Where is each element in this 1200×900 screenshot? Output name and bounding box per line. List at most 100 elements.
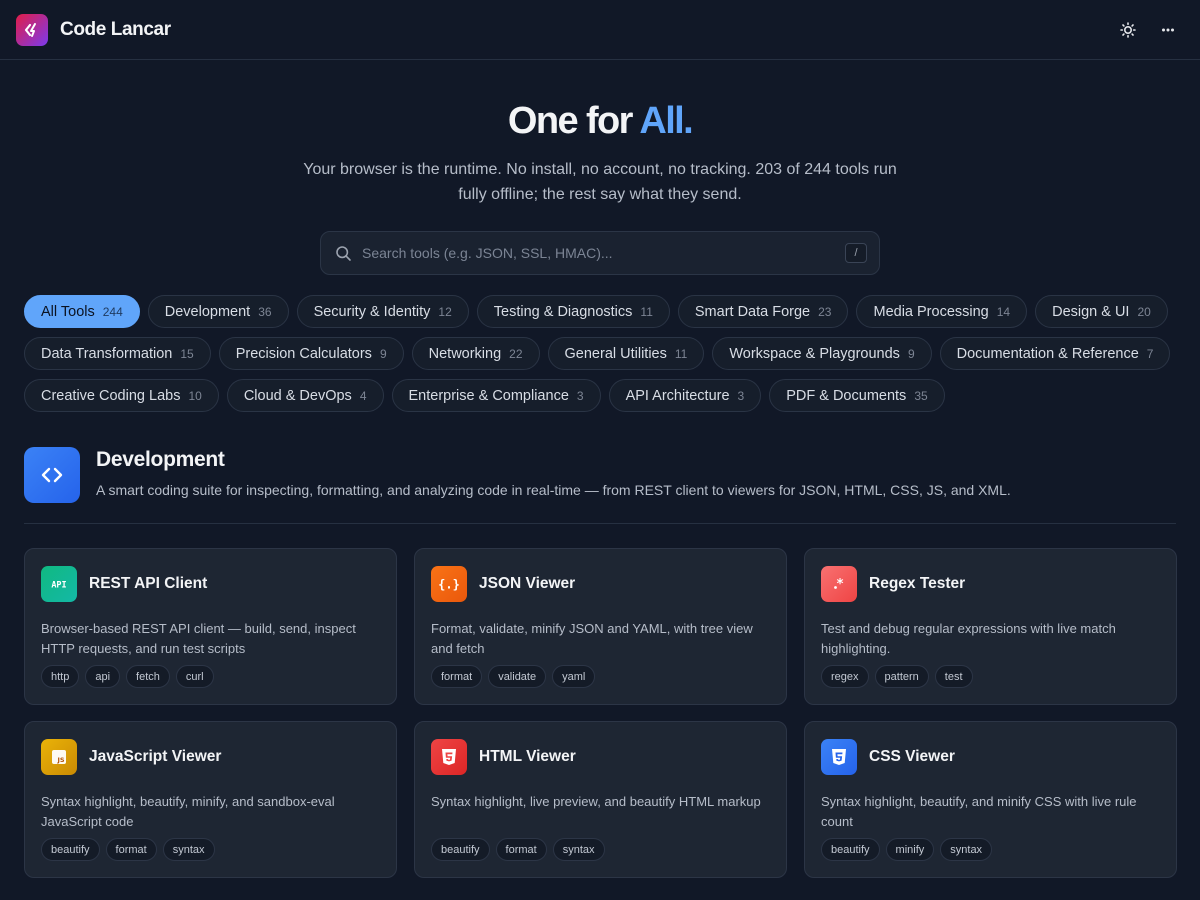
category-chip[interactable]: Testing & Diagnostics 11: [476, 295, 670, 328]
tool-tag[interactable]: test: [934, 665, 973, 688]
category-chip-label: Creative Coding Labs: [41, 387, 181, 404]
category-chip-label: PDF & Documents: [786, 387, 907, 404]
category-chip-label: Precision Calculators: [235, 345, 372, 362]
category-chip[interactable]: General Utilities 11: [547, 337, 705, 370]
tool-tag[interactable]: beautify: [431, 838, 490, 861]
tool-tag[interactable]: beautify: [821, 838, 880, 861]
top-bar: Code Lancar: [0, 0, 1200, 60]
category-chip-count: 14: [996, 304, 1011, 319]
category-chip[interactable]: Design & UI 20: [1035, 295, 1168, 328]
app-name: Code Lancar: [60, 18, 171, 40]
category-chip[interactable]: Documentation & Reference 7: [939, 337, 1171, 370]
category-chip[interactable]: Smart Data Forge 23: [677, 295, 849, 328]
category-chip-label: Data Transformation: [41, 345, 173, 362]
tool-tag[interactable]: beautify: [41, 838, 100, 861]
tool-card[interactable]: API REST API Client Browser-based REST API…: [24, 548, 397, 705]
category-chip-count: 15: [180, 346, 194, 361]
category-chip-count: 11: [640, 304, 653, 319]
tool-card[interactable]: CSS Viewer Syntax highlight, beautify, an…: [804, 721, 1177, 878]
hero-title-main: One for: [507, 100, 634, 142]
category-chip-label: Media Processing: [873, 303, 989, 320]
search-input[interactable]: [362, 245, 845, 261]
category-chip-count: 22: [509, 346, 523, 361]
tool-tag[interactable]: syntax: [552, 838, 605, 861]
category-chip-label: API Architecture: [625, 387, 730, 404]
svg-text:JS: JS: [56, 756, 64, 764]
tool-card-description: Format, validate, minify JSON and YAML, …: [431, 621, 753, 656]
tool-tag[interactable]: pattern: [874, 665, 929, 688]
svg-text:API: API: [51, 581, 66, 591]
category-chip-label: Enterprise & Compliance: [408, 387, 569, 404]
braces-icon: {.}: [431, 566, 467, 602]
tool-card-grid: API REST API Client Browser-based REST API…: [24, 548, 1177, 878]
category-chip[interactable]: Development 36: [147, 295, 289, 328]
tool-tag[interactable]: validate: [488, 665, 547, 688]
tool-card-description: Syntax highlight, beautify, and minify C…: [821, 794, 1137, 829]
category-chip[interactable]: Precision Calculators 9: [218, 337, 404, 370]
tool-card[interactable]: HTML Viewer Syntax highlight, live previe…: [414, 721, 787, 878]
search-bar: /: [320, 231, 880, 275]
category-chip[interactable]: Cloud & DevOps 4: [226, 379, 384, 412]
category-chip[interactable]: API Architecture 3: [608, 379, 762, 412]
app-logo[interactable]: [16, 13, 48, 46]
category-chip-count: 12: [438, 304, 452, 319]
tool-card-title: Regex Tester: [869, 575, 966, 592]
category-chip[interactable]: Data Transformation 15: [24, 337, 211, 370]
category-chip-label: General Utilities: [564, 345, 667, 362]
tool-tag[interactable]: regex: [821, 665, 869, 688]
tool-card-description: Syntax highlight, beautify, minify, and …: [41, 794, 335, 829]
tool-card-description: Test and debug regular expressions with …: [821, 621, 1116, 656]
tool-tag[interactable]: curl: [175, 665, 214, 688]
tool-tag[interactable]: syntax: [940, 838, 993, 861]
tool-card-header: CSS Viewer: [821, 739, 1160, 775]
api-icon: API: [41, 566, 77, 602]
category-chip-count: 23: [818, 304, 832, 319]
svg-text:{.}: {.}: [439, 578, 459, 592]
category-chip[interactable]: Networking 22: [411, 337, 540, 370]
tool-tag[interactable]: syntax: [162, 838, 215, 861]
section-description: A smart coding suite for inspecting, for…: [96, 482, 1011, 498]
section-title: Development: [96, 448, 225, 471]
sun-icon: [1120, 21, 1136, 38]
tool-card-tags: beautify format syntax: [41, 838, 215, 861]
category-chip-label: Networking: [428, 345, 502, 362]
tool-tag[interactable]: format: [495, 838, 547, 861]
category-chip-label: Security & Identity: [313, 303, 431, 320]
tool-tag[interactable]: yaml: [552, 665, 596, 688]
tool-tag[interactable]: fetch: [126, 665, 170, 688]
tool-card-tags: http api fetch curl: [41, 665, 214, 688]
category-chip-label: All Tools: [41, 303, 95, 320]
more-menu-button[interactable]: [1152, 14, 1184, 46]
category-chip[interactable]: Media Processing 14: [856, 295, 1028, 328]
category-chip-label: Testing & Diagnostics: [493, 303, 633, 320]
tool-card[interactable]: {.} JSON Viewer Format, validate, minify J…: [414, 548, 787, 705]
tool-tag[interactable]: http: [41, 665, 80, 688]
category-chip-label: Smart Data Forge: [694, 303, 811, 320]
tool-tag[interactable]: minify: [885, 838, 935, 861]
category-chip[interactable]: Creative Coding Labs 10: [24, 379, 219, 412]
category-chip-count: 11: [674, 346, 688, 361]
tool-card-header: JS JavaScript Viewer: [41, 739, 380, 775]
category-chip[interactable]: Security & Identity 12: [296, 295, 469, 328]
tool-tag[interactable]: format: [105, 838, 157, 861]
development-section-icon: [24, 447, 80, 503]
category-chip[interactable]: Enterprise & Compliance 3: [391, 379, 601, 412]
category-chip[interactable]: Workspace & Playgrounds 9: [712, 337, 932, 370]
hero-subtitle: Your browser is the runtime. No install,…: [303, 161, 897, 203]
tool-card[interactable]: JS JavaScript Viewer Syntax highlight, bea…: [24, 721, 397, 878]
tool-tag[interactable]: format: [431, 665, 483, 688]
section-divider: [24, 523, 1176, 524]
tool-card-title: CSS Viewer: [869, 748, 955, 765]
css3-icon: [821, 739, 857, 775]
tool-tag[interactable]: api: [85, 665, 121, 688]
category-chip-label: Development: [164, 303, 251, 320]
tool-card[interactable]: * Regex Tester Test and debug regular expr…: [804, 548, 1177, 705]
category-chip-count: 244: [102, 304, 123, 319]
category-filter-list: All Tools 244 Development 36 Security & Iden…: [24, 295, 1184, 412]
category-chip[interactable]: All Tools 244: [24, 295, 140, 328]
theme-toggle-button[interactable]: [1112, 14, 1144, 46]
category-chip-count: 35: [914, 388, 928, 403]
category-chip[interactable]: PDF & Documents 35: [769, 379, 945, 412]
category-chip-count: 10: [188, 388, 202, 403]
svg-text:*: *: [837, 577, 844, 591]
